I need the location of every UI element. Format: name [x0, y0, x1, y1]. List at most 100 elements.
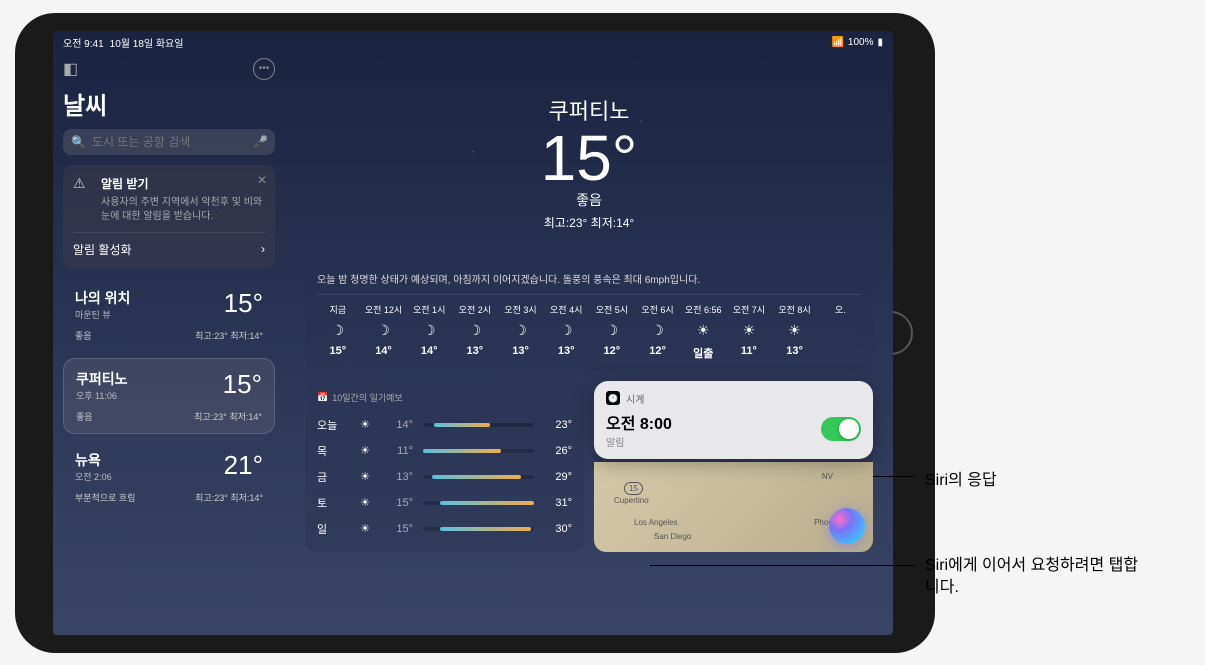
city-temp: 21° — [224, 450, 263, 481]
notification-card: ✕ ⚠ 알림 받기 사용자의 주변 지역에서 악천후 및 비와 눈에 대한 알림… — [63, 165, 275, 268]
alarm-label: 알림 — [606, 434, 672, 449]
toggle-knob — [839, 419, 859, 439]
low-temp: 15° — [385, 523, 413, 535]
day-label: 금 — [317, 469, 345, 485]
high-temp: 29° — [544, 471, 572, 483]
search-input[interactable] — [92, 135, 247, 149]
map-route-badge: 15 — [624, 482, 643, 495]
hourly-column: 오전 7시 ☀ 11° — [728, 303, 770, 361]
high-temp: 31° — [544, 497, 572, 509]
daily-row: 일 ☀ 15° 30° — [317, 516, 572, 542]
city-condition: 좋음 — [75, 329, 92, 342]
map-city-label: Los Angeles — [634, 518, 678, 527]
city-subtitle: 오후 11:06 — [76, 389, 128, 402]
temp-range-bar — [423, 527, 534, 531]
temp-range-bar — [423, 501, 534, 505]
hour-label: 오전 6:56 — [682, 303, 724, 316]
siri-response-card[interactable]: 🕐 시계 오전 8:00 알림 — [594, 381, 873, 459]
low-temp: 13° — [385, 471, 413, 483]
hour-temp: 13° — [774, 345, 816, 357]
high-temp: 23° — [544, 419, 572, 431]
weather-icon: ☀ — [774, 322, 816, 339]
map-city-label: San Diego — [654, 532, 691, 541]
hour-label: 오전 3시 — [500, 303, 542, 316]
alarm-toggle[interactable] — [821, 417, 861, 441]
notif-body: 사용자의 주변 지역에서 악천후 및 비와 눈에 대한 알림을 받습니다. — [101, 196, 265, 224]
daily-row: 목 ☀ 11° 26° — [317, 438, 572, 464]
battery-percent: 100% — [848, 37, 874, 48]
city-card[interactable]: 나의 위치 마운틴 뷰 15° 좋음 최고:23° 최저:14° — [63, 278, 275, 352]
sidebar: ◧ ••• 날씨 🔍 🎤 ✕ ⚠ 알림 받기 사용자의 주변 지역에서 악천후 … — [53, 54, 285, 635]
daily-row: 오늘 ☀ 14° 23° — [317, 412, 572, 438]
hourly-column: 지금 ☽ 15° — [317, 303, 359, 361]
more-button[interactable]: ••• — [253, 58, 275, 80]
hero-temperature: 15° — [305, 126, 873, 190]
hourly-column: 오전 6시 ☽ 12° — [637, 303, 679, 361]
weather-icon: ☽ — [500, 322, 542, 339]
mic-icon[interactable]: 🎤 — [253, 135, 268, 149]
precipitation-panel[interactable]: ☔ 강수량 15 Cupertino Los Angeles San Diego… — [594, 381, 873, 552]
city-range: 최고:23° 최저:14° — [195, 329, 263, 342]
daily-row: 금 ☀ 13° 29° — [317, 464, 572, 490]
hero-condition: 좋음 — [305, 190, 873, 210]
precipitation-map[interactable]: 15 Cupertino Los Angeles San Diego Phoen… — [594, 462, 873, 552]
high-temp: 30° — [544, 523, 572, 535]
hour-label: 오. — [819, 303, 861, 316]
city-range: 최고:23° 최저:14° — [195, 491, 263, 504]
city-card[interactable]: 뉴욕 오전 2:06 21° 부분적으로 흐림 최고:23° 최저:14° — [63, 440, 275, 514]
daily-forecast-panel[interactable]: 📅 10일간의 일기예보 오늘 ☀ 14° 23° 목 ☀ 11° 26° 금 … — [305, 381, 584, 552]
ipad-frame: 오전 9:41 10월 18일 화요일 📶 100% ▮ ◧ ••• 날씨 🔍 — [15, 13, 935, 653]
city-subtitle: 마운틴 뷰 — [75, 308, 130, 321]
hourly-column: 오전 3시 ☽ 13° — [500, 303, 542, 361]
hourly-forecast-panel[interactable]: 오늘 밤 청명한 상태가 예상되며, 아침까지 이어지겠습니다. 돌풍의 풍속은… — [305, 261, 873, 371]
temp-range-bar — [423, 449, 534, 453]
notif-action-button[interactable]: 알림 활성화 › — [73, 232, 265, 258]
annotation-callouts: Siri의 응답 Siri에게 이어서 요청하려면 탭합니다. — [955, 0, 1205, 665]
weather-icon: ☀ — [355, 496, 375, 509]
weather-icon: ☽ — [591, 322, 633, 339]
search-bar[interactable]: 🔍 🎤 — [63, 129, 275, 155]
wifi-icon: 📶 — [831, 37, 843, 48]
weather-icon: ☀ — [355, 522, 375, 535]
hour-temp: 14° — [408, 345, 450, 357]
callout-siri-response: Siri의 응답 — [925, 466, 997, 490]
city-temp: 15° — [224, 288, 263, 319]
hero-range: 최고:23° 최저:14° — [305, 214, 873, 231]
temp-range-bar — [423, 423, 534, 427]
notif-title: 알림 받기 — [101, 175, 149, 192]
callout-siri-continue: Siri에게 이어서 요청하려면 탭합니다. — [925, 555, 1145, 600]
siri-orb-button[interactable] — [829, 508, 865, 544]
hour-temp: 11° — [728, 345, 770, 357]
hour-temp: 12° — [637, 345, 679, 357]
city-range: 최고:23° 최저:14° — [194, 410, 262, 423]
weather-icon: ☀ — [355, 470, 375, 483]
map-state-label: NV — [822, 472, 833, 481]
city-name: 쿠퍼티노 — [76, 369, 128, 389]
day-label: 오늘 — [317, 417, 345, 433]
clock-app-icon: 🕐 — [606, 391, 620, 405]
sidebar-toggle-icon[interactable]: ◧ — [63, 59, 78, 79]
status-time: 오전 9:41 — [63, 35, 104, 50]
hourly-column: 오전 5시 ☽ 12° — [591, 303, 633, 361]
search-icon: 🔍 — [71, 135, 86, 149]
weather-icon: ☽ — [637, 322, 679, 339]
close-icon[interactable]: ✕ — [257, 173, 267, 187]
city-card[interactable]: 쿠퍼티노 오후 11:06 15° 좋음 최고:23° 최저:14° — [63, 358, 275, 434]
hour-temp: 일출 — [682, 345, 724, 361]
hourly-column: 오전 4시 ☽ 13° — [545, 303, 587, 361]
hour-label: 오전 4시 — [545, 303, 587, 316]
weather-icon: ☀ — [355, 418, 375, 431]
weather-icon: ☀ — [682, 322, 724, 339]
hour-label: 오전 7시 — [728, 303, 770, 316]
notif-action-label: 알림 활성화 — [73, 241, 132, 258]
siri-app-name: 시계 — [626, 391, 644, 406]
city-subtitle: 오전 2:06 — [75, 470, 112, 483]
hour-temp: 12° — [591, 345, 633, 357]
weather-icon: ☽ — [363, 322, 405, 339]
day-label: 일 — [317, 521, 345, 537]
hourly-column: 오전 6:56 ☀ 일출 — [682, 303, 724, 361]
hour-label: 오전 12시 — [363, 303, 405, 316]
city-condition: 좋음 — [76, 410, 93, 423]
hour-temp: 15° — [317, 345, 359, 357]
hour-label: 오전 2시 — [454, 303, 496, 316]
